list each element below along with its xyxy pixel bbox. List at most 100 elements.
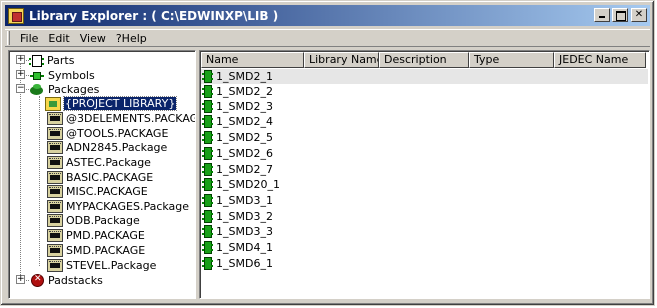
tree-item-label: ODB.Package bbox=[66, 214, 140, 227]
tree-connector bbox=[39, 96, 40, 266]
tree-item-parts[interactable]: Parts bbox=[29, 53, 74, 68]
tree-item-package[interactable]: ASTEC.Package bbox=[47, 155, 151, 170]
list-item-name: 1_SMD4_1 bbox=[216, 241, 273, 254]
tree-item-package[interactable]: ODB.Package bbox=[47, 213, 140, 228]
expand-parts-toggle[interactable]: + bbox=[16, 55, 25, 64]
tree-item-label: @TOOLS.PACKAGE bbox=[66, 127, 169, 140]
package-icon bbox=[47, 244, 63, 257]
expand-symbols-toggle[interactable]: + bbox=[16, 70, 25, 79]
list-item-name: 1_SMD2_3 bbox=[216, 100, 273, 113]
package-icon bbox=[47, 259, 63, 272]
padstacks-icon bbox=[31, 274, 44, 287]
minimize-button[interactable] bbox=[594, 8, 610, 22]
tree-item-symbols[interactable]: Symbols bbox=[29, 68, 95, 83]
tree-item-label: SMD.PACKAGE bbox=[66, 244, 146, 257]
list-item[interactable]: 1_SMD2_7 bbox=[202, 162, 273, 177]
project-library-icon bbox=[45, 96, 61, 111]
tree-item-package[interactable]: @3DELEMENTS.PACKAGE bbox=[47, 111, 196, 126]
library-explorer-window: Library Explorer : ( C:\EDWINXP\LIB ) ✕ … bbox=[0, 0, 655, 306]
package-chip-icon bbox=[202, 85, 213, 98]
list-item-name: 1_SMD2_7 bbox=[216, 163, 273, 176]
list-item-name: 1_SMD6_1 bbox=[216, 257, 273, 270]
tree-item-label: BASIC.PACKAGE bbox=[66, 171, 154, 184]
list-item[interactable]: 1_SMD2_3 bbox=[202, 99, 273, 114]
list-item[interactable]: 1_SMD3_3 bbox=[202, 224, 273, 239]
package-chip-icon bbox=[202, 100, 213, 113]
app-icon[interactable] bbox=[8, 7, 24, 24]
tree-item-label: {PROJECT LIBRARY} bbox=[62, 96, 178, 111]
menu-view[interactable]: View bbox=[75, 32, 111, 45]
collapse-packages-toggle[interactable]: − bbox=[16, 84, 25, 93]
list-item-name: 1_SMD2_4 bbox=[216, 115, 273, 128]
column-header-name[interactable]: Name bbox=[201, 52, 304, 68]
tree-item-package[interactable]: PMD.PACKAGE bbox=[47, 228, 145, 243]
list-item-name: 1_SMD2_5 bbox=[216, 131, 273, 144]
tree-item-package[interactable]: SMD.PACKAGE bbox=[47, 243, 145, 258]
list-item[interactable]: 1_SMD4_1 bbox=[202, 240, 273, 255]
tree-item-package[interactable]: MISC.PACKAGE bbox=[47, 184, 148, 199]
list-item-name: 1_SMD3_3 bbox=[216, 225, 273, 238]
tree-item-project-library[interactable]: {PROJECT LIBRARY} bbox=[45, 96, 178, 111]
maximize-button[interactable] bbox=[612, 8, 628, 22]
list-item[interactable]: 1_SMD6_1 bbox=[202, 256, 273, 271]
tree-connector bbox=[20, 60, 21, 281]
list-item[interactable]: 1_SMD3_2 bbox=[202, 209, 273, 224]
tree-item-label: Symbols bbox=[48, 69, 95, 82]
column-header-type[interactable]: Type bbox=[469, 52, 554, 68]
tree-item-package[interactable]: STEVEL.Package bbox=[47, 258, 156, 273]
package-icon bbox=[47, 112, 63, 125]
package-icon bbox=[47, 156, 63, 169]
tree-item-label: MYPACKAGES.Package bbox=[66, 200, 190, 213]
tree-item-label: PMD.PACKAGE bbox=[66, 229, 145, 242]
tree-item-package[interactable]: @TOOLS.PACKAGE bbox=[47, 126, 168, 141]
package-list[interactable]: Name Library Name Description Type JEDEC… bbox=[199, 50, 650, 299]
library-tree[interactable]: + Parts + Symbols − Packages {PROJECT LI… bbox=[8, 50, 196, 299]
tree-item-package[interactable]: ADN2845.Package bbox=[47, 140, 167, 155]
tree-item-label: @3DELEMENTS.PACKAGE bbox=[66, 112, 196, 125]
package-chip-icon bbox=[202, 210, 213, 223]
menu-bar: File Edit View ?Help bbox=[5, 29, 650, 47]
list-item[interactable]: 1_SMD20_1 bbox=[202, 177, 280, 192]
package-chip-icon bbox=[202, 257, 213, 270]
column-header-library-name[interactable]: Library Name bbox=[304, 52, 379, 68]
package-icon bbox=[47, 127, 63, 140]
menu-edit[interactable]: Edit bbox=[43, 32, 74, 45]
package-chip-icon bbox=[202, 225, 213, 238]
tree-item-package[interactable]: BASIC.PACKAGE bbox=[47, 170, 153, 185]
title-bar[interactable]: Library Explorer : ( C:\EDWINXP\LIB ) ✕ bbox=[5, 5, 650, 26]
list-item-name: 1_SMD2_6 bbox=[216, 147, 273, 160]
window-title: Library Explorer : ( C:\EDWINXP\LIB ) bbox=[29, 8, 279, 23]
list-item[interactable]: 1_SMD2_1 bbox=[202, 69, 273, 84]
package-icon bbox=[47, 214, 63, 227]
package-icon bbox=[47, 185, 63, 198]
list-item[interactable]: 1_SMD2_5 bbox=[202, 130, 273, 145]
package-icon bbox=[47, 200, 63, 213]
expand-padstacks-toggle[interactable]: + bbox=[16, 275, 25, 284]
window-controls: ✕ bbox=[592, 8, 647, 22]
package-chip-icon bbox=[202, 163, 213, 176]
menu-file[interactable]: File bbox=[15, 32, 43, 45]
column-header-description[interactable]: Description bbox=[379, 52, 469, 68]
list-item[interactable]: 1_SMD2_4 bbox=[202, 114, 273, 129]
symbols-icon bbox=[29, 69, 45, 83]
list-item[interactable]: 1_SMD3_1 bbox=[202, 193, 273, 208]
package-chip-icon bbox=[202, 70, 213, 83]
list-item[interactable]: 1_SMD2_2 bbox=[202, 84, 273, 99]
list-item-name: 1_SMD2_2 bbox=[216, 85, 273, 98]
menu-grip[interactable] bbox=[7, 31, 10, 45]
package-chip-icon bbox=[202, 194, 213, 207]
tree-item-packages[interactable]: Packages bbox=[29, 82, 99, 97]
menu-help[interactable]: ?Help bbox=[111, 32, 152, 45]
close-button[interactable]: ✕ bbox=[631, 8, 647, 22]
tree-item-label: MISC.PACKAGE bbox=[66, 185, 148, 198]
list-header: Name Library Name Description Type JEDEC… bbox=[201, 52, 646, 68]
package-icon bbox=[47, 229, 63, 242]
tree-item-padstacks[interactable]: Padstacks bbox=[29, 273, 103, 288]
list-item-name: 1_SMD3_2 bbox=[216, 210, 273, 223]
list-item[interactable]: 1_SMD2_6 bbox=[202, 146, 273, 161]
tree-item-package[interactable]: MYPACKAGES.Package bbox=[47, 199, 189, 214]
list-item-name: 1_SMD20_1 bbox=[216, 178, 280, 191]
column-header-jedec-name[interactable]: JEDEC Name bbox=[554, 52, 646, 68]
package-chip-icon bbox=[202, 147, 213, 160]
parts-icon bbox=[29, 54, 44, 67]
